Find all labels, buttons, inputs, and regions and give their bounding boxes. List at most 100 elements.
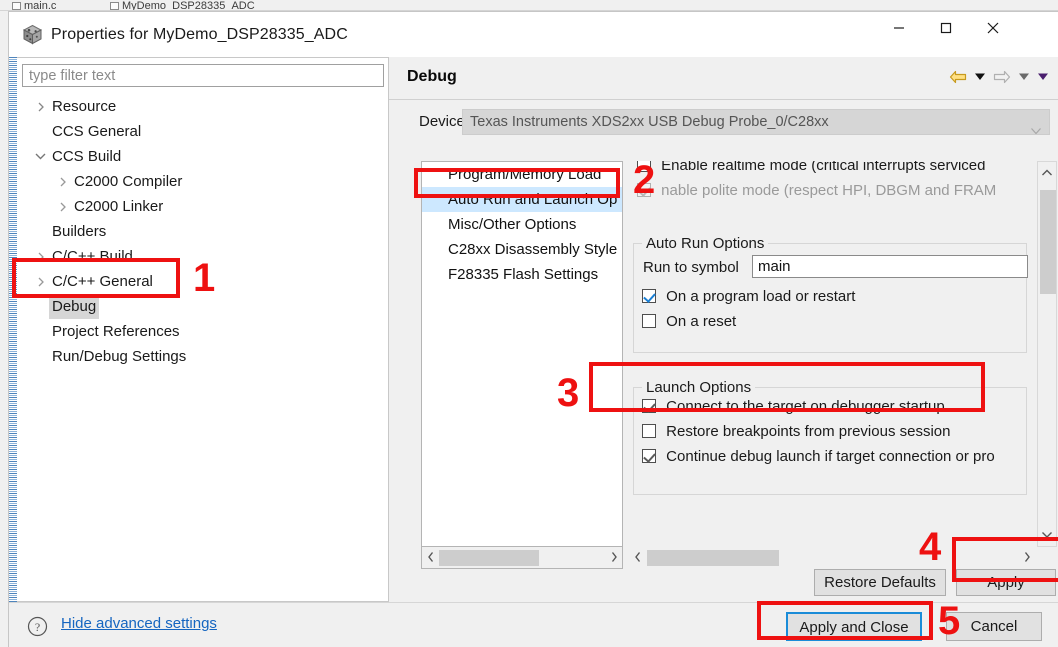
settings-tree-panel: Resource CCS General CCS Build C2000 Com… bbox=[17, 57, 389, 602]
dialog-title: Properties for MyDemo_DSP28335_ADC bbox=[51, 26, 348, 43]
device-combo-value: Texas Instruments XDS2xx USB Debug Probe… bbox=[470, 114, 829, 130]
panel-nav-icons bbox=[947, 66, 1051, 88]
back-arrow-icon[interactable] bbox=[947, 66, 969, 88]
sidebar-item-run-debug-settings[interactable]: Run/Debug Settings bbox=[17, 344, 389, 369]
apply-button[interactable]: Apply bbox=[956, 569, 1056, 596]
scrollbar-thumb[interactable] bbox=[1040, 190, 1056, 294]
connect-to-target-checkbox[interactable] bbox=[642, 399, 656, 413]
file-icon bbox=[12, 2, 21, 10]
close-button[interactable] bbox=[969, 12, 1016, 44]
apply-and-close-button[interactable]: Apply and Close bbox=[786, 612, 922, 641]
device-row: Device Texas Instruments XDS2xx USB Debu… bbox=[389, 109, 1058, 137]
back-history-chevron-down-icon[interactable] bbox=[972, 66, 988, 88]
sidebar-item-label: Resource bbox=[52, 98, 117, 115]
background-tab-0[interactable]: main.c bbox=[12, 0, 56, 10]
scrollbar-thumb[interactable] bbox=[647, 550, 779, 566]
restore-defaults-button[interactable]: Restore Defaults bbox=[814, 569, 946, 596]
window-focus-edge bbox=[9, 57, 17, 602]
category-misc-other-options[interactable]: Misc/Other Options bbox=[422, 212, 622, 237]
debug-category-list[interactable]: Program/Memory Load Auto Run and Launch … bbox=[421, 161, 623, 547]
scrollbar-thumb[interactable] bbox=[439, 550, 539, 566]
svg-text:?: ? bbox=[35, 620, 40, 634]
sidebar-item-ccs-build[interactable]: CCS Build bbox=[17, 144, 389, 169]
connect-to-target-label: Connect to the target on debugger startu… bbox=[666, 398, 945, 415]
auto-run-options-group: Auto Run Options Run to symbol On a prog… bbox=[633, 235, 1028, 353]
auto-run-options-title: Auto Run Options bbox=[642, 235, 769, 252]
sidebar-item-ccs-general[interactable]: CCS General bbox=[17, 119, 389, 144]
sidebar-item-builders[interactable]: Builders bbox=[17, 219, 389, 244]
properties-dialog: Properties for MyDemo_DSP28335_ADC Res bbox=[8, 11, 1058, 647]
on-program-load-row[interactable]: On a program load or restart bbox=[642, 288, 855, 305]
chevron-right-icon[interactable] bbox=[59, 169, 71, 194]
sidebar-item-project-references[interactable]: Project References bbox=[17, 319, 389, 344]
enable-realtime-mode-label: Enable realtime mode (critical interrupt… bbox=[661, 161, 986, 174]
question-mark-icon[interactable]: ? bbox=[27, 616, 48, 642]
enable-realtime-mode-row[interactable]: Enable realtime mode (critical interrupt… bbox=[637, 161, 985, 174]
chevron-down-icon[interactable] bbox=[1038, 524, 1056, 546]
run-to-symbol-label: Run to symbol bbox=[643, 259, 739, 276]
properties-cube-icon bbox=[22, 24, 43, 45]
sidebar-item-c2000-compiler[interactable]: C2000 Compiler bbox=[17, 169, 389, 194]
dialog-title-bar: Properties for MyDemo_DSP28335_ADC bbox=[9, 12, 1058, 56]
on-program-load-checkbox[interactable] bbox=[642, 289, 656, 303]
enable-realtime-mode-checkbox[interactable] bbox=[637, 161, 651, 172]
chevron-left-icon[interactable] bbox=[629, 547, 646, 567]
enable-polite-mode-row: nable polite mode (respect HPI, DBGM and… bbox=[637, 182, 996, 199]
chevron-down-icon bbox=[1031, 119, 1041, 134]
category-auto-run-and-launch[interactable]: Auto Run and Launch Op bbox=[422, 187, 622, 212]
maximize-button[interactable] bbox=[922, 12, 969, 44]
category-list-horizontal-scrollbar[interactable] bbox=[421, 547, 623, 569]
run-to-symbol-input[interactable] bbox=[752, 255, 1028, 278]
continue-debug-launch-row[interactable]: Continue debug launch if target connecti… bbox=[642, 448, 995, 465]
sidebar-item-cpp-general[interactable]: C/C++ General bbox=[17, 269, 389, 294]
dialog-footer: ? Hide advanced settings Apply and Close… bbox=[9, 602, 1058, 647]
cancel-button[interactable]: Cancel bbox=[946, 612, 1042, 641]
more-menu-chevron-down-icon[interactable] bbox=[1035, 66, 1051, 88]
on-a-reset-row[interactable]: On a reset bbox=[642, 313, 736, 330]
forward-arrow-icon[interactable] bbox=[991, 66, 1013, 88]
chevron-up-icon[interactable] bbox=[1038, 162, 1056, 184]
on-a-reset-checkbox[interactable] bbox=[642, 314, 656, 328]
restore-breakpoints-checkbox[interactable] bbox=[642, 424, 656, 438]
device-combo[interactable]: Texas Instruments XDS2xx USB Debug Probe… bbox=[462, 109, 1050, 135]
sidebar-item-resource[interactable]: Resource bbox=[17, 94, 389, 119]
sidebar-item-label: CCS Build bbox=[52, 148, 122, 165]
category-f28335-flash-settings[interactable]: F28335 Flash Settings bbox=[422, 262, 622, 287]
chevron-right-icon[interactable] bbox=[605, 547, 622, 567]
on-a-reset-label: On a reset bbox=[666, 313, 737, 330]
sidebar-item-label: Builders bbox=[52, 223, 107, 240]
chevron-right-icon[interactable] bbox=[1018, 547, 1035, 567]
sidebar-item-label: CCS General bbox=[52, 123, 142, 140]
filter-input[interactable] bbox=[22, 64, 384, 87]
restore-breakpoints-row[interactable]: Restore breakpoints from previous sessio… bbox=[642, 423, 950, 440]
hide-advanced-settings-link[interactable]: Hide advanced settings bbox=[61, 615, 217, 632]
chevron-down-icon[interactable] bbox=[35, 144, 47, 169]
sidebar-item-c2000-linker[interactable]: C2000 Linker bbox=[17, 194, 389, 219]
page-title: Debug bbox=[407, 68, 457, 85]
sidebar-item-debug[interactable]: Debug bbox=[17, 294, 389, 319]
launch-options-title: Launch Options bbox=[642, 379, 756, 396]
settings-tree: Resource CCS General CCS Build C2000 Com… bbox=[17, 94, 389, 369]
background-tab-1[interactable]: MyDemo_DSP28335_ADC bbox=[110, 0, 255, 10]
chevron-right-icon[interactable] bbox=[59, 194, 71, 219]
chevron-right-icon[interactable] bbox=[37, 244, 49, 269]
forward-history-chevron-down-icon[interactable] bbox=[1016, 66, 1032, 88]
file-icon bbox=[110, 2, 119, 10]
sidebar-item-cpp-build[interactable]: C/C++ Build bbox=[17, 244, 389, 269]
category-program-memory-load[interactable]: Program/Memory Load bbox=[422, 162, 622, 187]
continue-debug-launch-checkbox[interactable] bbox=[642, 449, 656, 463]
sidebar-item-label: Project References bbox=[52, 323, 180, 340]
options-horizontal-scrollbar[interactable] bbox=[629, 547, 1035, 569]
chevron-right-icon[interactable] bbox=[37, 94, 49, 119]
connect-to-target-row[interactable]: Connect to the target on debugger startu… bbox=[642, 398, 945, 415]
chevron-right-icon[interactable] bbox=[37, 269, 49, 294]
sidebar-item-label: Debug bbox=[49, 294, 100, 319]
minimize-button[interactable] bbox=[875, 12, 922, 44]
sidebar-item-label: C2000 Linker bbox=[74, 198, 164, 215]
chevron-left-icon[interactable] bbox=[422, 547, 439, 567]
restore-breakpoints-label: Restore breakpoints from previous sessio… bbox=[666, 423, 951, 440]
options-vertical-scrollbar[interactable] bbox=[1037, 161, 1057, 547]
panel-header: Debug bbox=[389, 57, 1058, 100]
screenshot-root: main.c MyDemo_DSP28335_ADC Properties fo… bbox=[0, 0, 1058, 647]
category-c28xx-disassembly-style[interactable]: C28xx Disassembly Style bbox=[422, 237, 622, 262]
